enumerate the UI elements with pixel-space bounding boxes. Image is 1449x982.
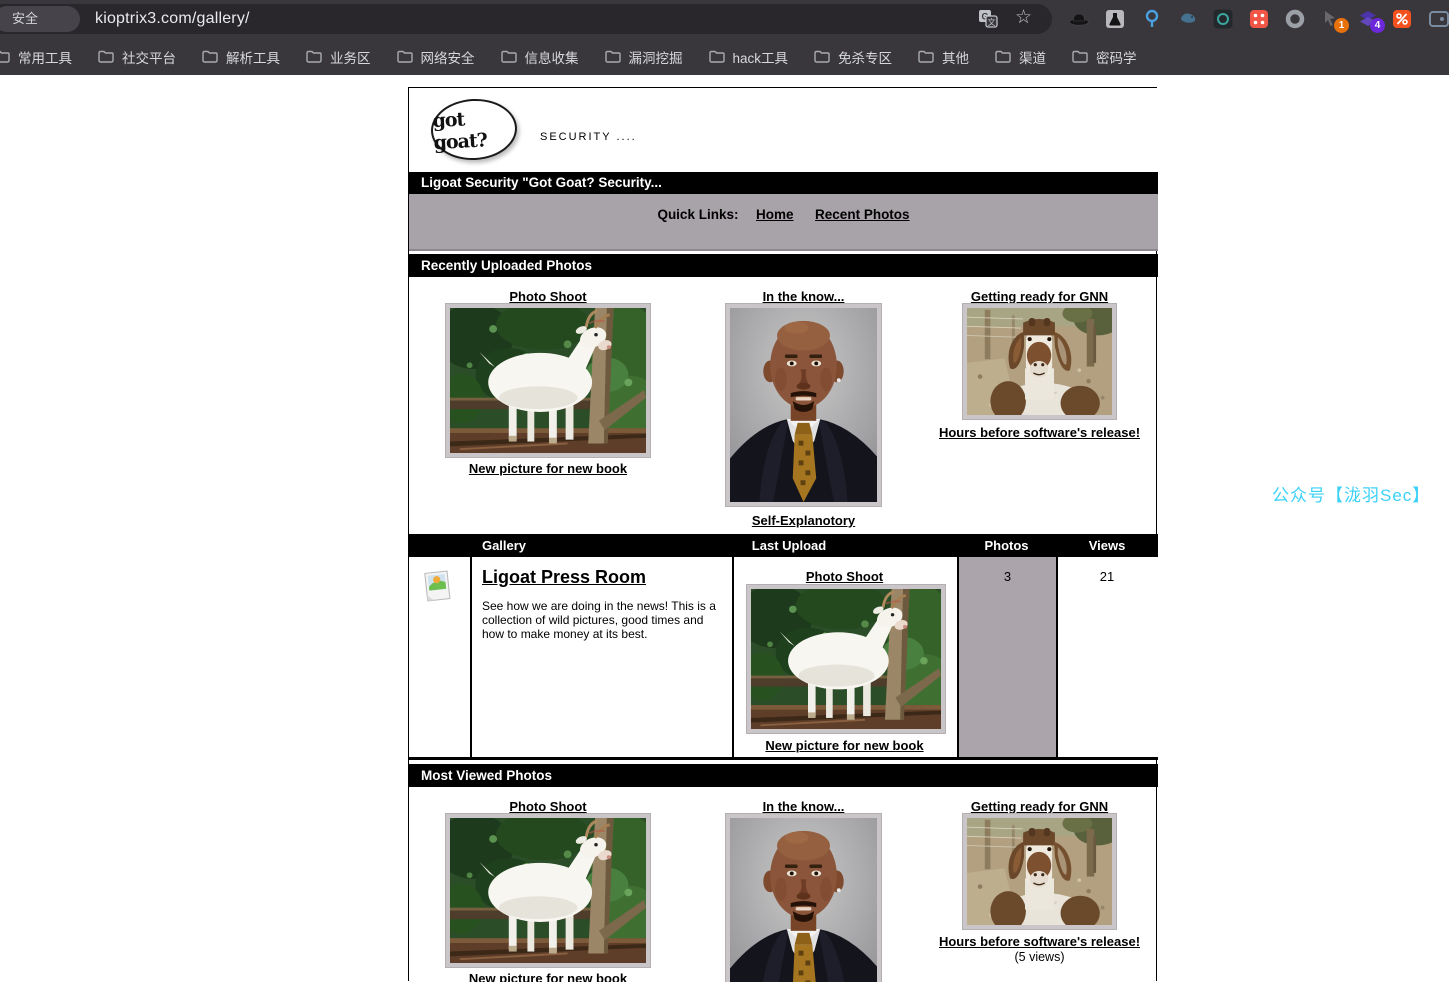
folder-icon (995, 50, 1011, 63)
column-header-last-upload: Last Upload (709, 534, 869, 557)
bookmark-folder-netsec[interactable]: 网络安全 (397, 47, 475, 67)
folder-icon (306, 50, 322, 63)
security-chip-label: 安全 (12, 11, 38, 26)
recent-photos-link[interactable]: Recent Photos (815, 207, 910, 222)
most-viewed-bar: Most Viewed Photos (409, 764, 1158, 787)
photo-views-note: (5 views) (912, 950, 1158, 964)
photo-title-link[interactable]: In the know... (725, 799, 882, 814)
watermark-text: 公众号【泷羽Sec】 (1272, 481, 1430, 506)
photo-title-link[interactable]: In the know... (725, 289, 882, 304)
column-header-gallery: Gallery (449, 534, 559, 557)
photo-caption-link[interactable]: Hours before software's release! (912, 934, 1158, 949)
folder-icon (1072, 50, 1088, 63)
bird-extension-icon[interactable] (1177, 8, 1199, 30)
column-header-photos: Photos (957, 534, 1056, 557)
photo-caption-link[interactable]: New picture for new book (445, 461, 651, 476)
folder-icon (709, 50, 725, 63)
svg-text:文: 文 (988, 17, 996, 27)
last-upload-title-link[interactable]: Photo Shoot (732, 569, 957, 584)
extension-badge-orange: 1 (1334, 18, 1349, 33)
flask-extension-icon[interactable] (1104, 8, 1126, 30)
extension-badge-purple: 4 (1370, 18, 1385, 33)
bookmark-folder-other[interactable]: 其他 (918, 47, 969, 67)
hat-extension-icon[interactable] (1068, 8, 1090, 30)
camera-extension-icon[interactable] (1212, 8, 1234, 30)
gallery-name-link[interactable]: Ligoat Press Room (482, 567, 646, 588)
gallery-thumbnail-icon (424, 570, 452, 604)
recently-uploaded-bar: Recently Uploaded Photos (409, 254, 1158, 277)
ring-extension-icon[interactable] (1284, 8, 1306, 30)
gallery-site-table: got goat? SECURITY .... Ligoat Security … (408, 87, 1157, 981)
bookmarks-bar: 常用工具 社交平台 解析工具 业务区 网络安全 信息收集 漏洞挖掘 hack工 (0, 38, 1449, 75)
photo-title-link[interactable]: Photo Shoot (445, 799, 651, 814)
bookmark-folder-channel[interactable]: 渠道 (995, 47, 1046, 67)
folder-icon (98, 50, 114, 63)
wallet-extension-icon[interactable] (1428, 8, 1449, 30)
site-header: got goat? SECURITY .... (409, 88, 1158, 172)
bookmark-folder-av-evasion[interactable]: 免杀专区 (814, 47, 892, 67)
photo-goat-fence[interactable] (445, 303, 651, 458)
bookmark-folder-social[interactable]: 社交平台 (98, 47, 176, 67)
translate-icon[interactable]: G 文 (978, 9, 998, 29)
bookmark-folder-crypto[interactable]: 密码学 (1072, 47, 1137, 67)
column-header-views: Views (1056, 534, 1158, 557)
quick-links-label: Quick Links: (657, 207, 738, 222)
last-upload-caption-link[interactable]: New picture for new book (732, 738, 957, 753)
address-bar[interactable]: 安全 kioptrix3.com/gallery/ G 文 ☆ (0, 4, 1052, 34)
gallery-table-header: Gallery Last Upload Photos Views (409, 534, 1158, 557)
photo-goat-gnn[interactable] (962, 813, 1117, 930)
pin-extension-icon[interactable] (1141, 8, 1163, 30)
photo-goat-gnn[interactable] (962, 303, 1117, 420)
bookmark-folder-common-tools[interactable]: 常用工具 (0, 47, 72, 67)
folder-icon (397, 50, 413, 63)
photo-title-link[interactable]: Getting ready for GNN (962, 799, 1117, 814)
photo-caption-link[interactable]: New picture for new book (445, 971, 651, 982)
home-link[interactable]: Home (756, 207, 794, 222)
bookmark-star-icon[interactable]: ☆ (1015, 8, 1032, 28)
photo-caption-link[interactable]: Self-Explanotory (725, 513, 882, 528)
bookmark-folder-vuln[interactable]: 漏洞挖掘 (605, 47, 683, 67)
gallery-table-row: Ligoat Press Room See how we are doing i… (409, 557, 1158, 760)
photo-man-portrait[interactable] (725, 813, 882, 982)
bookmark-folder-hack-tools[interactable]: hack工具 (709, 47, 789, 67)
banner-title-bar: Ligoat Security "Got Goat? Security... (409, 172, 1158, 194)
photo-caption-link[interactable]: Hours before software's release! (912, 425, 1167, 440)
folder-icon (605, 50, 621, 63)
folder-icon (0, 50, 10, 63)
folder-icon (202, 50, 218, 63)
url-text[interactable]: kioptrix3.com/gallery/ (95, 4, 250, 34)
page-content: got goat? SECURITY .... Ligoat Security … (0, 75, 1449, 981)
site-tagline: SECURITY .... (540, 131, 637, 143)
security-chip[interactable]: 安全 (0, 6, 80, 32)
photo-man-portrait[interactable] (725, 303, 882, 507)
views-count-value: 21 (1056, 569, 1158, 584)
bookmark-folder-parse-tools[interactable]: 解析工具 (202, 47, 280, 67)
bookmark-folder-recon[interactable]: 信息收集 (501, 47, 579, 67)
folder-icon (918, 50, 934, 63)
folder-icon (814, 50, 830, 63)
most-viewed-section: Photo Shoot New picture for new book In … (409, 787, 1158, 982)
quick-links-bar: Quick Links: Home Recent Photos (409, 194, 1158, 251)
got-goat-logo: got goat? (429, 97, 518, 162)
last-upload-photo-goat-fence[interactable] (746, 584, 946, 734)
gallery-description: See how we are doing in the news! This i… (482, 599, 726, 641)
dice-extension-icon[interactable] (1248, 8, 1270, 30)
photo-title-link[interactable]: Getting ready for GNN (962, 289, 1117, 304)
photo-title-link[interactable]: Photo Shoot (445, 289, 651, 304)
photos-count-value: 3 (959, 569, 1056, 584)
browser-toolbar: 安全 kioptrix3.com/gallery/ G 文 ☆ (0, 0, 1449, 38)
bookmark-folder-business[interactable]: 业务区 (306, 47, 371, 67)
photo-goat-fence[interactable] (445, 813, 651, 968)
recent-photos-section: Photo Shoot New picture for new book In … (409, 277, 1158, 532)
photos-count-cell (959, 557, 1056, 757)
percent-extension-icon[interactable] (1391, 8, 1413, 30)
folder-icon (501, 50, 517, 63)
